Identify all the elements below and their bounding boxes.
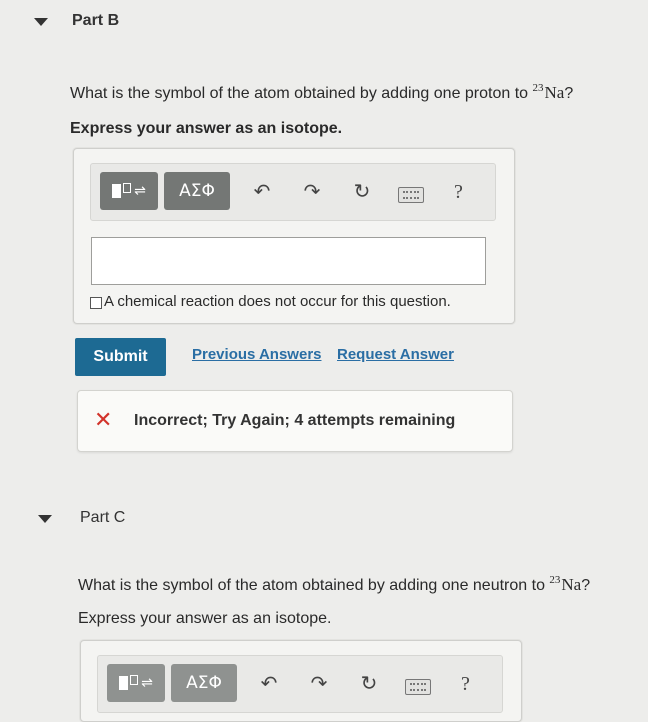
question-end: ? (564, 85, 574, 102)
keyboard-icon[interactable] (398, 187, 424, 203)
template-button[interactable]: ⇌ (107, 664, 165, 702)
template-icon: ⇌ (112, 183, 146, 199)
isotope-na: 23Na (532, 82, 565, 102)
help-button[interactable]: ? (454, 181, 463, 204)
part-b-title[interactable]: Part B (72, 12, 119, 30)
greek-symbols-label: ΑΣΦ (186, 673, 222, 693)
redo-icon[interactable]: ↷ (300, 179, 324, 203)
feedback-panel: ✕ Incorrect; Try Again; 4 attempts remai… (77, 390, 513, 452)
isotope-symbol: Na (544, 83, 565, 102)
part-c-question: What is the symbol of the atom obtained … (78, 574, 590, 595)
undo-icon[interactable]: ↶ (250, 179, 274, 203)
no-reaction-label[interactable]: A chemical reaction does not occur for t… (104, 293, 451, 310)
submit-button[interactable]: Submit (75, 338, 166, 376)
undo-icon[interactable]: ↶ (257, 671, 281, 695)
collapse-caret-part-b[interactable] (34, 18, 48, 26)
part-b-instruction: Express your answer as an isotope. (70, 120, 343, 137)
greek-symbols-button[interactable]: ΑΣΦ (164, 172, 230, 210)
question-end: ? (581, 577, 591, 594)
reset-icon[interactable]: ↻ (350, 179, 374, 203)
part-b-question: What is the symbol of the atom obtained … (70, 82, 573, 103)
feedback-text: Incorrect; Try Again; 4 attempts remaini… (134, 412, 456, 429)
part-c-instruction: Express your answer as an isotope. (78, 610, 332, 627)
question-text: What is the symbol of the atom obtained … (78, 577, 550, 594)
template-icon: ⇌ (119, 675, 153, 691)
isotope-mass-number: 23 (549, 574, 561, 586)
question-text: What is the symbol of the atom obtained … (70, 85, 533, 102)
part-c-title[interactable]: Part C (80, 509, 125, 527)
reset-icon[interactable]: ↻ (357, 671, 381, 695)
greek-symbols-button[interactable]: ΑΣΦ (171, 664, 237, 702)
request-answer-link[interactable]: Request Answer (337, 346, 454, 363)
isotope-na: 23Na (549, 574, 582, 594)
previous-answers-link[interactable]: Previous Answers (192, 346, 322, 363)
keyboard-icon[interactable] (405, 679, 431, 695)
isotope-symbol: Na (561, 575, 582, 594)
no-reaction-checkbox[interactable] (90, 297, 102, 309)
isotope-mass-number: 23 (532, 82, 544, 94)
template-button[interactable]: ⇌ (100, 172, 158, 210)
answer-widget: ⇌ ΑΣΦ ↶ ↷ ↻ ? A chemical reaction does n… (73, 148, 515, 324)
redo-icon[interactable]: ↷ (307, 671, 331, 695)
answer-input[interactable] (91, 237, 486, 285)
incorrect-x-icon: ✕ (94, 408, 113, 433)
help-button[interactable]: ? (461, 673, 470, 696)
greek-symbols-label: ΑΣΦ (179, 181, 215, 201)
collapse-caret-part-c[interactable] (38, 515, 52, 523)
answer-widget-part-c: ⇌ ΑΣΦ ↶ ↷ ↻ ? (80, 640, 522, 722)
